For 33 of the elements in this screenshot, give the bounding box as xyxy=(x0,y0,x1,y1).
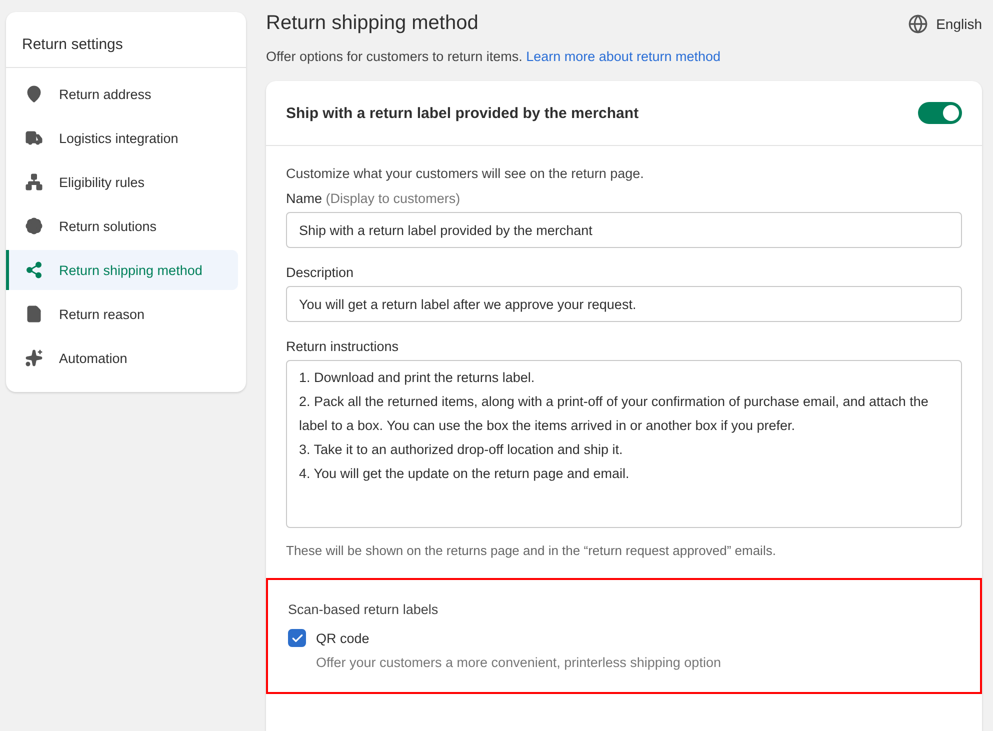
sidebar-item[interactable]: Return reason xyxy=(6,294,238,334)
footnote-text: These will be shown on the returns page and in the “return request approved” emails. xyxy=(286,543,777,560)
globe-icon xyxy=(908,14,928,34)
description-field[interactable]: You will get a return label after we approve your request. xyxy=(286,286,962,322)
checkbox-label: QR code xyxy=(316,630,370,646)
field-label: Description xyxy=(286,265,355,280)
sidebar-item[interactable]: Return solutions xyxy=(6,206,238,246)
sidebar-item[interactable]: Eligibility rules xyxy=(6,162,238,202)
field-label: Return instructions xyxy=(286,339,400,354)
section-title: Scan-based return labels xyxy=(288,602,440,617)
map-pin-icon xyxy=(25,85,43,103)
instructions-field[interactable]: 1. Download and print the returns label. 2. Pack all the returned items, along with a print-off of your confirmation of purchase email, and attach the label to a box. You can use the box the items arrived in or another box if you prefer. 3. Take it to an authorized drop-off location and ship it. 4. You will get the update on the return page and email. xyxy=(286,360,962,528)
learn-more-link[interactable]: Learn more about return method xyxy=(526,49,720,64)
sparkles-icon xyxy=(25,349,43,367)
sidebar-item[interactable]: Return shipping method xyxy=(6,250,238,290)
sidebar-item[interactable]: Logistics integration xyxy=(6,118,238,158)
card-title: Ship with a return label provided by the merchant xyxy=(286,104,639,122)
check-icon xyxy=(290,632,304,644)
language-selector[interactable]: English xyxy=(908,14,982,34)
name-field[interactable]: Ship with a return label provided by the merchant xyxy=(286,212,962,248)
checkbox[interactable] xyxy=(288,629,306,647)
toggle-switch[interactable] xyxy=(918,102,962,124)
truck-icon xyxy=(25,129,43,147)
connected-nodes-icon xyxy=(25,173,43,191)
sidebar-title: Return settings xyxy=(6,12,246,68)
page-description: Offer options for customers to return items. Learn more about return method xyxy=(266,49,722,64)
share-icon xyxy=(25,261,43,279)
page-title: Return shipping method xyxy=(266,12,478,35)
sidebar-item[interactable]: Return address xyxy=(6,74,238,114)
field-label: Name (Display to customers) xyxy=(286,191,462,206)
sidebar-item[interactable]: Automation xyxy=(6,338,238,378)
help-text: Offer your customers a more convenient, printerless shipping option xyxy=(316,655,722,670)
intro-text: Customize what your customers will see on the return page. xyxy=(286,166,645,181)
